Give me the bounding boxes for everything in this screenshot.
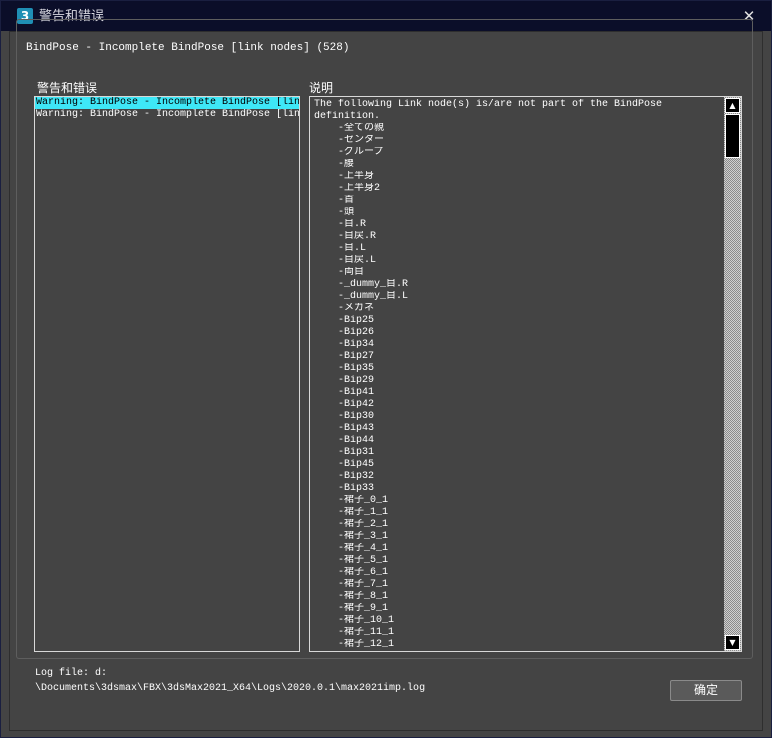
warning-item-selected[interactable]: Warning: BindPose - Incomplete BindPose … xyxy=(35,97,299,109)
link-node-item: -裙子_6_1 xyxy=(338,567,389,578)
link-node-item: -Bip44 xyxy=(338,435,375,446)
description-intro-line: The following Link node(s) is/are not pa… xyxy=(314,99,663,110)
description-text: The following Link node(s) is/are not pa… xyxy=(314,99,722,651)
scroll-up-arrow-icon[interactable]: ▲ xyxy=(725,98,740,113)
link-node-item: -Bip29 xyxy=(338,375,375,386)
link-node-item: -Bip26 xyxy=(338,327,375,338)
link-node-item: -裙子_1_1 xyxy=(338,507,389,518)
link-node-item: -Bip32 xyxy=(338,471,375,482)
link-node-item: -上半身 xyxy=(338,171,375,182)
link-node-item: -Bip45 xyxy=(338,459,375,470)
link-node-item: -目戻.R xyxy=(338,231,377,242)
link-node-item: -裙子_0_1 xyxy=(338,495,389,506)
link-node-item: -Bip41 xyxy=(338,387,375,398)
link-node-item: -両目 xyxy=(338,267,365,278)
link-node-item: -_dummy_目.R xyxy=(338,279,409,290)
scroll-thumb[interactable] xyxy=(725,114,740,158)
link-node-item: -Bip33 xyxy=(338,483,375,494)
link-node-item: -Bip34 xyxy=(338,339,375,350)
link-node-item: -Bip27 xyxy=(338,351,375,362)
link-node-item: -裙子_4_1 xyxy=(338,543,389,554)
link-node-item: -裙子_12_1 xyxy=(338,639,395,650)
link-node-item: -Bip42 xyxy=(338,399,375,410)
link-node-item: -目.R xyxy=(338,219,367,230)
scroll-down-arrow-icon[interactable]: ▼ xyxy=(725,635,740,650)
link-node-item: -頭 xyxy=(338,207,355,218)
warnings-column-label: 警告和错误 xyxy=(37,81,98,95)
link-node-item: -裙子_9_1 xyxy=(338,603,389,614)
link-node-item: -Bip35 xyxy=(338,363,375,374)
ok-button[interactable]: 确定 xyxy=(670,680,742,701)
link-node-item: -裙子_11_1 xyxy=(338,627,395,638)
description-column-label: 说明 xyxy=(309,81,334,95)
description-intro-line: definition. xyxy=(314,111,381,122)
link-node-item: -裙子_3_1 xyxy=(338,531,389,542)
link-node-item: -裙子_10_1 xyxy=(338,615,395,626)
link-node-item: -目戻.L xyxy=(338,255,377,266)
link-node-item: -腰 xyxy=(338,159,355,170)
link-node-item: -_dummy_目.L xyxy=(338,291,409,302)
warning-item[interactable]: Warning: BindPose - Incomplete BindPose … xyxy=(35,109,299,121)
link-node-item: -裙子_7_1 xyxy=(338,579,389,590)
link-node-item: -目.L xyxy=(338,243,367,254)
link-node-item: -裙子_5_1 xyxy=(338,555,389,566)
vertical-scrollbar[interactable]: ▲ ▼ xyxy=(724,97,741,651)
link-node-item: -首 xyxy=(338,195,355,206)
node-list: -全ての親 -センター -グループ -腰 -上半身 -上半身2 -首 -頭 -目.R -目戻.R -… xyxy=(314,123,722,651)
link-node-item: -グループ xyxy=(338,147,384,158)
link-node-item: -裙子_8_1 xyxy=(338,591,389,602)
link-node-item: -Bip31 xyxy=(338,447,375,458)
link-node-item: -メガネ xyxy=(338,303,375,314)
link-node-item: -Bip30 xyxy=(338,411,375,422)
link-node-item: -上半身2 xyxy=(338,183,381,194)
group-label: BindPose - Incomplete BindPose [link nod… xyxy=(24,42,352,55)
link-node-item: -全ての親 xyxy=(338,123,385,134)
link-node-item: -Bip25 xyxy=(338,315,375,326)
link-node-item: -Bip43 xyxy=(338,423,375,434)
warnings-list[interactable]: Warning: BindPose - Incomplete BindPose … xyxy=(34,96,300,652)
link-node-item: -センター xyxy=(338,135,385,146)
link-node-item: -裙子_2_1 xyxy=(338,519,389,530)
log-file-path-value: \Documents\3dsmax\FBX\3dsMax2021_X64\Log… xyxy=(35,683,426,694)
description-box[interactable]: The following Link node(s) is/are not pa… xyxy=(309,96,742,652)
log-file-label: Log file: d: xyxy=(35,668,108,679)
log-file-path: Log file: d: \Documents\3dsmax\FBX\3dsMa… xyxy=(35,666,425,696)
warnings-dialog: 3 警告和错误 ✕ BindPose - Incomplete BindPose… xyxy=(0,0,772,738)
